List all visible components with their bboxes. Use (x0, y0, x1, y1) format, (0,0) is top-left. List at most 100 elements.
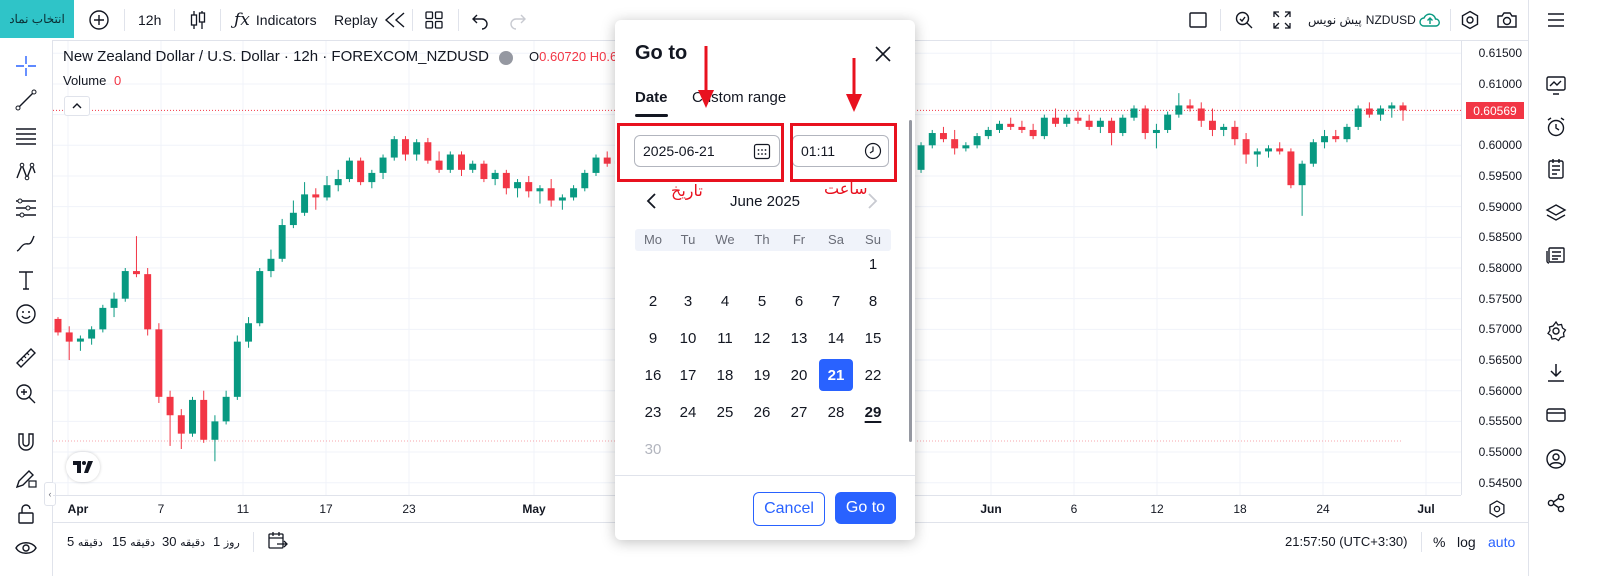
crosshair-tool[interactable] (12, 52, 40, 80)
calendar-day[interactable]: 13 (782, 322, 816, 354)
calendar-day[interactable]: 24 (671, 396, 705, 428)
range-button-30m[interactable]: 30 دقیقه (162, 534, 205, 549)
calendar-day[interactable]: 20 (782, 359, 816, 391)
scale-settings-button[interactable] (1487, 499, 1507, 519)
text-tool[interactable] (12, 266, 40, 294)
redo-button[interactable] (508, 8, 528, 32)
dialog-scrollbar[interactable] (909, 120, 912, 442)
hide-drawings-tool[interactable] (12, 534, 40, 562)
calendar-day[interactable]: 14 (819, 322, 853, 354)
indicators-button[interactable]: ƒx Indicators (234, 8, 317, 32)
calendar-day[interactable]: 16 (636, 359, 670, 391)
forecast-tool[interactable] (12, 194, 40, 222)
settings-button[interactable] (1460, 8, 1480, 32)
range-button-1d[interactable]: 1 روز (213, 534, 240, 549)
calendar-day[interactable]: 4 (708, 285, 742, 317)
calendar-day[interactable]: 25 (708, 396, 742, 428)
chart-type-button[interactable] (188, 8, 208, 32)
news-button[interactable] (1537, 240, 1575, 270)
calendar-day[interactable]: 15 (856, 322, 890, 354)
interval-button[interactable]: 12h (138, 8, 161, 32)
calendar-day[interactable]: 29 (856, 396, 890, 428)
auto-toggle[interactable]: auto (1488, 534, 1515, 550)
layers-button[interactable] (1537, 198, 1575, 228)
candle (110, 292, 118, 318)
calendar-day[interactable]: 5 (745, 285, 779, 317)
undo-button[interactable] (470, 8, 490, 32)
calendar-day[interactable]: 12 (745, 322, 779, 354)
layout-button[interactable] (424, 8, 444, 32)
calendar-day[interactable]: 26 (745, 396, 779, 428)
trend-line-tool[interactable] (12, 86, 40, 114)
profile-button[interactable] (1537, 444, 1575, 474)
lock-drawings-tool[interactable] (12, 500, 40, 528)
compare-symbol-button[interactable] (88, 8, 110, 32)
log-toggle[interactable]: log (1457, 534, 1476, 550)
monitor-chart-icon (1546, 76, 1566, 95)
percent-toggle[interactable]: % (1433, 534, 1445, 550)
calendar-day[interactable]: 11 (708, 322, 742, 354)
icon-tool[interactable] (12, 300, 40, 328)
payment-button[interactable] (1537, 400, 1575, 430)
tradingview-logo[interactable] (66, 452, 100, 482)
calendar-day[interactable]: 10 (671, 322, 705, 354)
download-button[interactable] (1537, 358, 1575, 388)
object-tree-button[interactable] (1537, 154, 1575, 184)
calendar-day[interactable]: 6 (782, 285, 816, 317)
legend-menu-dot[interactable] (499, 51, 513, 65)
expand-button[interactable] (1272, 8, 1292, 32)
calendar-day[interactable]: 22 (856, 359, 890, 391)
fib-tool[interactable] (12, 122, 40, 150)
range-button-5m[interactable]: 5 دقیقه (67, 534, 103, 549)
chart-settings-button[interactable] (1537, 316, 1575, 346)
symbol-search-button[interactable]: انتخاب نماد (0, 0, 74, 38)
range-button-15m[interactable]: 15 دقیقه (112, 534, 155, 549)
alerts-button[interactable] (1537, 112, 1575, 142)
function-icon: ƒx (234, 10, 250, 30)
calendar-day[interactable]: 8 (856, 285, 890, 317)
pattern-tool[interactable] (12, 158, 40, 186)
calendar-day[interactable]: 27 (782, 396, 816, 428)
calendar-day[interactable]: 2 (636, 285, 670, 317)
fullscreen-toggle-button[interactable] (1188, 8, 1208, 32)
candle (1085, 114, 1093, 130)
toolbar-divider (1450, 9, 1451, 31)
cloud-save-button[interactable] (1418, 8, 1442, 32)
weekday-header: Mo Tu We Th Fr Sa Su (635, 229, 891, 251)
candle (334, 169, 342, 192)
measure-tool[interactable] (12, 344, 40, 372)
share-button[interactable] (1537, 488, 1575, 518)
go-to-button[interactable]: Go to (835, 492, 896, 524)
calendar-day[interactable]: 19 (745, 359, 779, 391)
calendar-day[interactable]: 9 (636, 322, 670, 354)
stay-in-drawing-tool[interactable] (12, 464, 40, 492)
cancel-button[interactable]: Cancel (753, 492, 825, 526)
calendar-day[interactable]: 3 (671, 285, 705, 317)
snapshot-button[interactable] (1496, 8, 1518, 32)
tab-date[interactable]: Date (635, 89, 668, 106)
calendar-day[interactable]: 1 (856, 248, 890, 280)
goto-date-button[interactable] (267, 531, 289, 554)
price-scale[interactable]: 0.615000.610000.605000.600000.595000.590… (1461, 41, 1528, 495)
symbol-label[interactable]: پیش نویس NZDUSD (1308, 8, 1416, 32)
magnet-tool[interactable] (12, 428, 40, 456)
calendar-day[interactable]: 21 (819, 359, 853, 391)
calendar-day[interactable]: 28 (819, 396, 853, 428)
watchlist-button[interactable] (1537, 70, 1575, 100)
quick-search-button[interactable] (1234, 8, 1254, 32)
calendar-day[interactable]: 18 (708, 359, 742, 391)
replay-button[interactable]: Replay (334, 8, 408, 32)
menu-button[interactable] (1537, 5, 1575, 35)
calendar-day[interactable]: 17 (671, 359, 705, 391)
candle-body (99, 307, 107, 330)
clock-timezone[interactable]: 21:57:50 (UTC+3:30) (1285, 534, 1407, 549)
brush-tool[interactable] (12, 230, 40, 258)
calendar-day[interactable]: 30 (636, 433, 670, 465)
zoom-in-icon (16, 384, 36, 404)
dialog-close-button[interactable] (873, 44, 893, 64)
candle-body (1164, 114, 1172, 130)
legend-collapse-button[interactable] (64, 96, 90, 116)
calendar-day[interactable]: 23 (636, 396, 670, 428)
calendar-day[interactable]: 7 (819, 285, 853, 317)
zoom-tool[interactable] (12, 380, 40, 408)
